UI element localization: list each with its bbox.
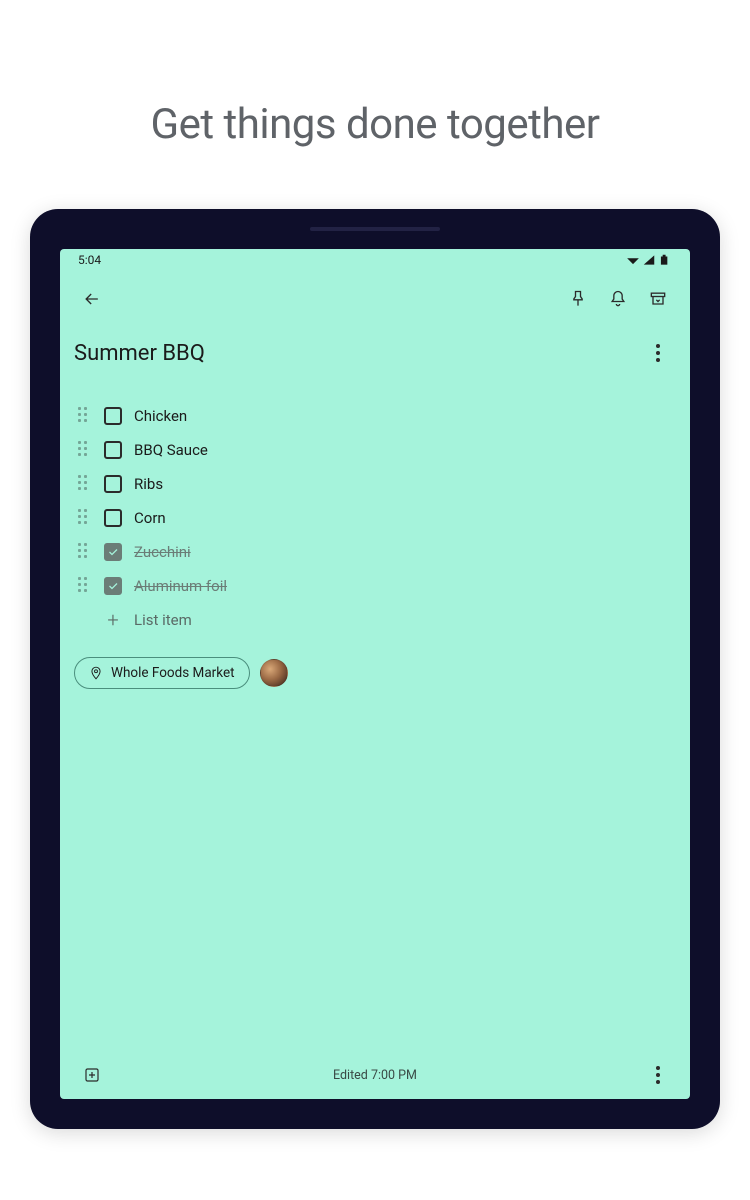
- note-title[interactable]: Summer BBQ: [74, 341, 640, 366]
- checkbox[interactable]: [104, 577, 122, 595]
- collaborator-avatar[interactable]: [260, 659, 288, 687]
- drag-handle-icon[interactable]: [78, 475, 92, 493]
- checklist-item-label[interactable]: Corn: [134, 509, 166, 527]
- arrow-left-icon: [82, 289, 102, 309]
- checklist-item: BBQ Sauce: [74, 433, 676, 467]
- edited-timestamp: Edited 7:00 PM: [110, 1068, 640, 1083]
- checklist-item: Chicken: [74, 399, 676, 433]
- app-screen: 5:04 Summer BBQ: [60, 249, 690, 1099]
- note-body: Summer BBQ Chicken BBQ Sauce Ribs Corn Zucch…: [60, 327, 690, 1051]
- archive-icon: [648, 289, 668, 309]
- checkbox[interactable]: [104, 543, 122, 561]
- status-indicators: [626, 253, 672, 267]
- drag-handle-icon[interactable]: [78, 509, 92, 527]
- wifi-icon: [626, 253, 640, 267]
- bell-icon: [608, 289, 628, 309]
- drag-handle-icon[interactable]: [78, 577, 92, 595]
- signal-icon: [642, 253, 656, 267]
- battery-icon: [658, 253, 672, 267]
- bottom-more-button[interactable]: [640, 1057, 676, 1093]
- checkbox[interactable]: [104, 407, 122, 425]
- title-more-button[interactable]: [640, 335, 676, 371]
- back-button[interactable]: [72, 279, 112, 319]
- checklist-item: Aluminum foil: [74, 569, 676, 603]
- archive-button[interactable]: [638, 279, 678, 319]
- more-vert-icon: [656, 344, 660, 362]
- drag-handle-icon[interactable]: [78, 543, 92, 561]
- tablet-frame: 5:04 Summer BBQ: [30, 209, 720, 1129]
- bottom-bar: Edited 7:00 PM: [60, 1051, 690, 1099]
- checklist-item-label[interactable]: BBQ Sauce: [134, 441, 208, 459]
- drag-handle-icon[interactable]: [78, 441, 92, 459]
- checklist-item-label[interactable]: Aluminum foil: [134, 577, 227, 595]
- pin-button[interactable]: [558, 279, 598, 319]
- checklist-item: Corn: [74, 501, 676, 535]
- more-vert-icon: [656, 1066, 660, 1084]
- add-box-icon: [83, 1066, 101, 1084]
- pin-icon: [568, 289, 588, 309]
- checkbox[interactable]: [104, 475, 122, 493]
- status-bar: 5:04: [60, 249, 690, 271]
- checklist: Chicken BBQ Sauce Ribs Corn Zucchini Aluminum…: [74, 399, 676, 603]
- checklist-item: Ribs: [74, 467, 676, 501]
- add-item-placeholder: List item: [134, 611, 192, 629]
- checklist-item: Zucchini: [74, 535, 676, 569]
- checkbox[interactable]: [104, 441, 122, 459]
- checklist-item-label[interactable]: Zucchini: [134, 543, 191, 561]
- location-chip[interactable]: Whole Foods Market: [74, 657, 250, 689]
- app-bar: [60, 271, 690, 327]
- add-content-button[interactable]: [74, 1057, 110, 1093]
- location-chip-label: Whole Foods Market: [111, 665, 235, 681]
- plus-icon: +: [104, 608, 122, 632]
- status-time: 5:04: [78, 253, 101, 267]
- location-icon: [89, 666, 103, 680]
- add-list-item[interactable]: + List item: [74, 603, 676, 637]
- drag-handle-icon[interactable]: [78, 407, 92, 425]
- hero-title: Get things done together: [150, 100, 599, 149]
- checkbox[interactable]: [104, 509, 122, 527]
- checklist-item-label[interactable]: Chicken: [134, 407, 187, 425]
- checklist-item-label[interactable]: Ribs: [134, 475, 163, 493]
- reminder-button[interactable]: [598, 279, 638, 319]
